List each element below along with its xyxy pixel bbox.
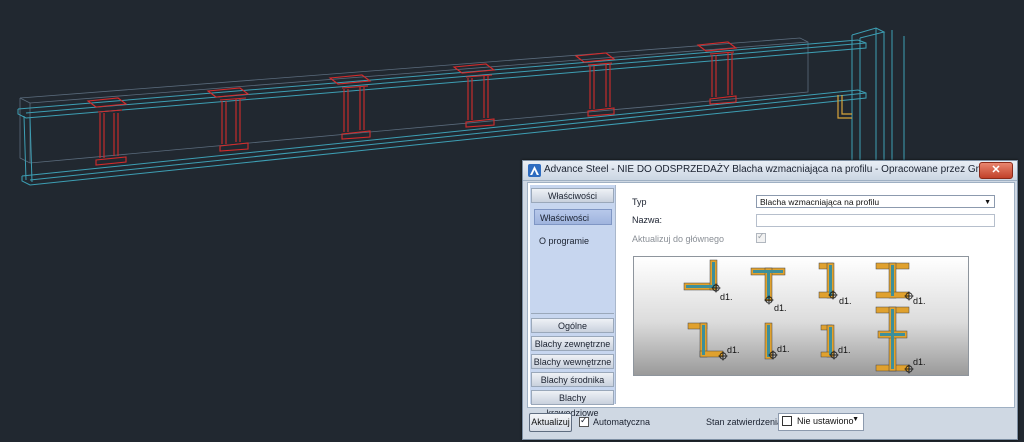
dropdown-arrow-icon: ▼ [984,199,991,206]
profile-option-channel-2[interactable]: d1. [820,324,851,360]
automatic-label: Automatyczna [593,417,651,427]
nav-item-about[interactable]: O programie [534,233,612,249]
profile-option-angle[interactable]: d1. [683,259,733,302]
dim-label: d1. [720,292,733,302]
dialog-body: Właściwości Właściwości O programie Ogól… [527,182,1015,418]
apply-button[interactable]: Aktualizuj [529,413,572,432]
approval-status-value: Nie ustawiono [797,416,854,426]
left-navigation: Właściwości Właściwości O programie Ogól… [530,185,616,418]
profile-option-channel[interactable]: d1. [818,262,852,306]
nav-item-properties[interactable]: Właściwości [534,209,612,225]
update-main-checkbox[interactable]: ✓ [756,231,766,243]
name-label: Nazwa: [632,215,663,225]
type-label: Typ [632,197,647,207]
profile-option-built-up[interactable]: d1. [875,306,926,374]
dim-label: d1. [727,345,740,355]
nav-header-general[interactable]: Ogólne [531,318,614,333]
nav-header-edge-plates[interactable]: Blachy krawędziowe [531,390,614,418]
nav-header-properties[interactable]: Właściwości [531,188,614,203]
dim-label: d1. [838,345,851,355]
nav-divider [531,313,614,314]
update-main-label: Aktualizuj do głównego [632,234,725,244]
advance-steel-logo-icon [528,164,541,177]
automatic-checkbox[interactable]: ✓ [579,415,589,427]
dim-label: d1. [913,357,926,367]
approval-status-label: Stan zatwierdzenia [706,417,783,427]
checkmark-icon: ✓ [580,415,588,425]
status-swatch [782,416,792,426]
type-dropdown[interactable]: Blacha wzmacniająca na profilu ▼ [756,195,995,208]
nav-header-web-plates[interactable]: Blachy środnika [531,372,614,387]
properties-panel: Typ Blacha wzmacniająca na profilu ▼ Naz… [618,183,1012,407]
profile-option-i-beam[interactable]: d1. [875,262,926,306]
dim-label: d1. [839,296,852,306]
stiffener-dialog: Advance Steel - NIE DO ODSPRZEDAŻY Blach… [522,160,1018,440]
profile-option-zed[interactable]: d1. [687,322,740,361]
profile-option-flat[interactable]: d1. [764,322,790,360]
nav-header-inner-plates[interactable]: Blachy wewnętrzne [531,354,614,369]
dim-label: d1. [913,296,926,306]
dialog-titlebar[interactable]: Advance Steel - NIE DO ODSPRZEDAŻY Blach… [523,161,1017,181]
profile-option-tee[interactable]: d1. [750,267,787,313]
dialog-footer: Aktualizuj ✓ Automatyczna Stan zatwierdz… [527,409,1013,435]
close-button[interactable]: ✕ [979,162,1013,179]
stiffener-plate-4 [452,63,496,128]
nav-header-outer-plates[interactable]: Blachy zewnętrzne [531,336,614,351]
approval-status-dropdown[interactable]: Nie ustawiono ▼ [778,413,864,431]
name-input[interactable] [756,214,995,227]
close-icon: ✕ [991,164,1001,176]
dim-label: d1. [774,303,787,313]
dim-label: d1. [777,344,790,354]
dialog-title: Advance Steel - NIE DO ODSPRZEDAŻY Blach… [544,164,1001,175]
dropdown-arrow-icon: ▼ [852,416,859,423]
type-value: Blacha wzmacniająca na profilu [760,197,880,207]
profile-type-gallery[interactable]: d1. d1. d1. d1. d1. d1. d1. d1. [633,256,969,376]
checkmark-icon: ✓ [757,231,765,241]
